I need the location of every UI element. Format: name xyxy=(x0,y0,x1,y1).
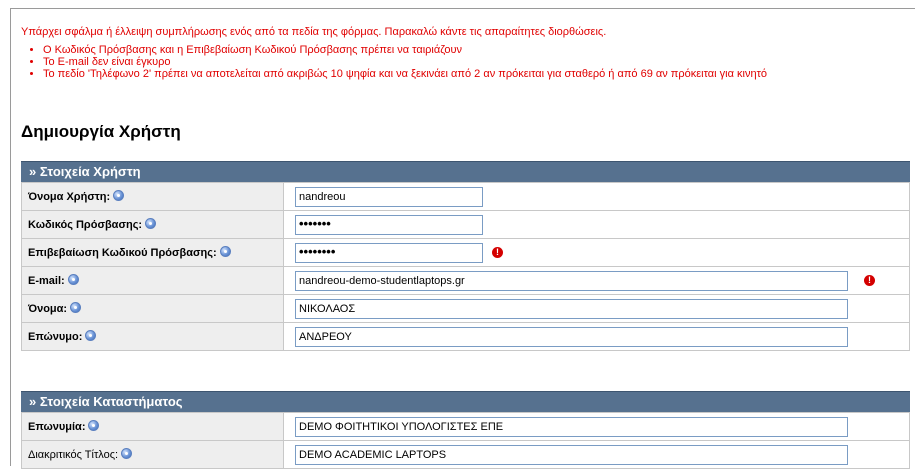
username-input[interactable]: nandreou xyxy=(295,186,483,207)
help-icon[interactable] xyxy=(88,420,100,431)
field-label: E-mail: xyxy=(21,266,284,295)
help-icon[interactable] xyxy=(145,218,157,229)
help-icon[interactable] xyxy=(121,448,133,459)
section-header-user: » Στοιχεία Χρήστη xyxy=(21,161,910,182)
password-label: Κωδικός Πρόσβασης: xyxy=(28,219,143,231)
store-details-section: » Στοιχεία Καταστήματος Επωνυμία: DEMO Φ… xyxy=(21,391,910,469)
password-confirm-input[interactable]: •••••••• xyxy=(295,242,483,263)
help-icon[interactable] xyxy=(219,246,231,257)
password-confirm-label: Επιβεβαίωση Κωδικού Πρόσβασης: xyxy=(28,247,217,259)
first-name-input[interactable]: ΝΙΚΟΛΑΟΣ xyxy=(295,298,848,319)
email-label: E-mail: xyxy=(28,275,65,287)
help-icon[interactable] xyxy=(113,190,125,201)
field-label: Κωδικός Πρόσβασης: xyxy=(21,210,284,239)
field-label: Διακριτικός Τίτλος: xyxy=(21,440,284,469)
form-row-email: E-mail: nandreou-demo-studentlaptops.gr … xyxy=(21,266,910,295)
form-row-company-name: Επωνυμία: DEMO ΦΟΙΤΗΤΙΚΟΙ ΥΠΟΛΟΓΙΣΤΕΣ ΕΠ… xyxy=(21,412,910,441)
error-item: Το πεδίο 'Τηλέφωνο 2' πρέπει να αποτελεί… xyxy=(43,68,901,80)
field-cell: ΑΝΔΡΕΟΥ xyxy=(283,322,910,351)
form-row-first-name: Όνομα: ΝΙΚΟΛΑΟΣ xyxy=(21,294,910,323)
section-header-store: » Στοιχεία Καταστήματος xyxy=(21,391,910,412)
error-message: Υπάρχει σφάλμα ή έλλειψη συμπλήρωσης ενό… xyxy=(21,26,607,38)
trade-name-label: Διακριτικός Τίτλος: xyxy=(28,449,119,461)
field-label: Επιβεβαίωση Κωδικού Πρόσβασης: xyxy=(21,238,284,267)
field-label: Όνομα Χρήστη: xyxy=(21,182,284,211)
username-label: Όνομα Χρήστη: xyxy=(28,191,111,203)
form-row-password: Κωδικός Πρόσβασης: ••••••• xyxy=(21,210,910,239)
company-name-label: Επωνυμία: xyxy=(28,421,86,433)
field-cell: ••••••• xyxy=(283,210,910,239)
field-cell: nandreou-demo-studentlaptops.gr ! xyxy=(283,266,910,295)
error-icon: ! xyxy=(864,275,875,286)
error-list: Ο Κωδικός Πρόσβασης και η Επιβεβαίωση Κω… xyxy=(21,44,901,80)
help-icon[interactable] xyxy=(70,302,82,313)
error-icon: ! xyxy=(492,247,503,258)
error-item: Ο Κωδικός Πρόσβασης και η Επιβεβαίωση Κω… xyxy=(43,44,901,56)
store-form-table: Επωνυμία: DEMO ΦΟΙΤΗΤΙΚΟΙ ΥΠΟΛΟΓΙΣΤΕΣ ΕΠ… xyxy=(21,412,910,469)
user-details-section: » Στοιχεία Χρήστη Όνομα Χρήστη: nandreou… xyxy=(21,161,910,351)
email-input[interactable]: nandreou-demo-studentlaptops.gr xyxy=(295,270,848,291)
field-cell: ΝΙΚΟΛΑΟΣ xyxy=(283,294,910,323)
form-row-password-confirm: Επιβεβαίωση Κωδικού Πρόσβασης: •••••••• … xyxy=(21,238,910,267)
page-title: Δημιουργία Χρήστη xyxy=(21,122,181,141)
help-icon[interactable] xyxy=(67,274,79,285)
error-summary: Υπάρχει σφάλμα ή έλλειψη συμπλήρωσης ενό… xyxy=(21,26,901,80)
field-label: Όνομα: xyxy=(21,294,284,323)
help-icon[interactable] xyxy=(85,330,97,341)
form-row-trade-name: Διακριτικός Τίτλος: DEMO ACADEMIC LAPTOP… xyxy=(21,440,910,469)
form-row-username: Όνομα Χρήστη: nandreou xyxy=(21,182,910,211)
company-name-input[interactable]: DEMO ΦΟΙΤΗΤΙΚΟΙ ΥΠΟΛΟΓΙΣΤΕΣ ΕΠΕ xyxy=(295,416,848,437)
last-name-input[interactable]: ΑΝΔΡΕΟΥ xyxy=(295,326,848,347)
field-cell: DEMO ΦΟΙΤΗΤΙΚΟΙ ΥΠΟΛΟΓΙΣΤΕΣ ΕΠΕ xyxy=(283,412,910,441)
field-label: Επωνυμία: xyxy=(21,412,284,441)
trade-name-input[interactable]: DEMO ACADEMIC LAPTOPS xyxy=(295,444,848,465)
first-name-label: Όνομα: xyxy=(28,303,68,315)
form-row-last-name: Επώνυμο: ΑΝΔΡΕΟΥ xyxy=(21,322,910,351)
error-item: Το E-mail δεν είναι έγκυρο xyxy=(43,56,901,68)
field-cell: •••••••• ! xyxy=(283,238,910,267)
user-form-table: Όνομα Χρήστη: nandreou Κωδικός Πρόσβασης… xyxy=(21,182,910,351)
last-name-label: Επώνυμο: xyxy=(28,331,83,343)
password-input[interactable]: ••••••• xyxy=(295,214,483,235)
field-label: Επώνυμο: xyxy=(21,322,284,351)
field-cell: nandreou xyxy=(283,182,910,211)
field-cell: DEMO ACADEMIC LAPTOPS xyxy=(283,440,910,469)
